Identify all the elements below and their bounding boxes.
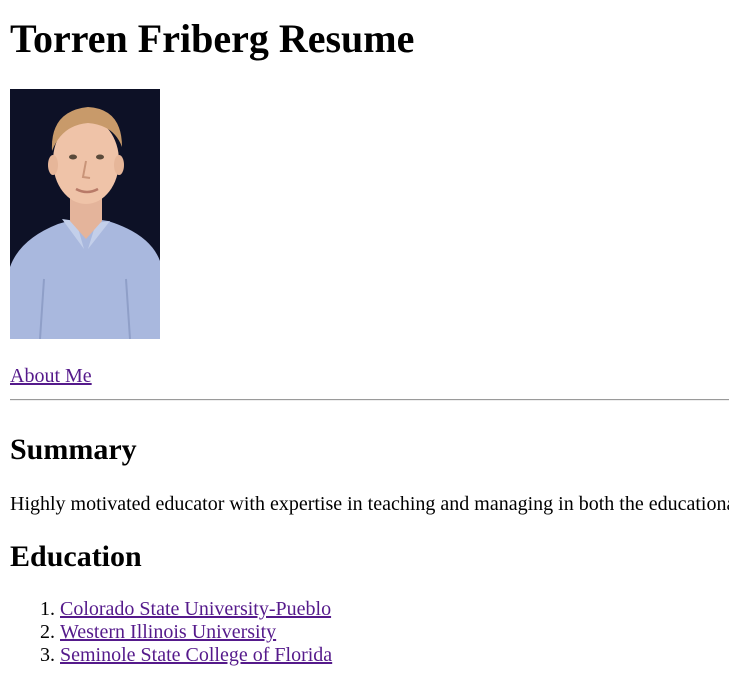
section-divider [10,399,729,401]
summary-text: Highly motivated educator with expertise… [10,493,729,515]
page-title: Torren Friberg Resume [10,16,415,61]
list-item: Seminole State College of Florida [60,644,332,667]
education-list: Colorado State University-Pueblo Western… [10,598,332,667]
school-link-western-illinois[interactable]: Western Illinois University [60,621,276,643]
education-heading: Education [10,540,142,573]
resume-page: Torren Friberg Resume About Me Summary H… [10,0,729,688]
school-link-colorado-state[interactable]: Colorado State University-Pueblo [60,598,331,620]
list-item: Colorado State University-Pueblo [60,598,332,621]
school-link-seminole-state[interactable]: Seminole State College of Florida [60,644,332,666]
profile-photo [10,89,160,339]
summary-heading: Summary [10,433,137,466]
about-me-link[interactable]: About Me [10,364,92,388]
list-item: Western Illinois University [60,621,332,644]
